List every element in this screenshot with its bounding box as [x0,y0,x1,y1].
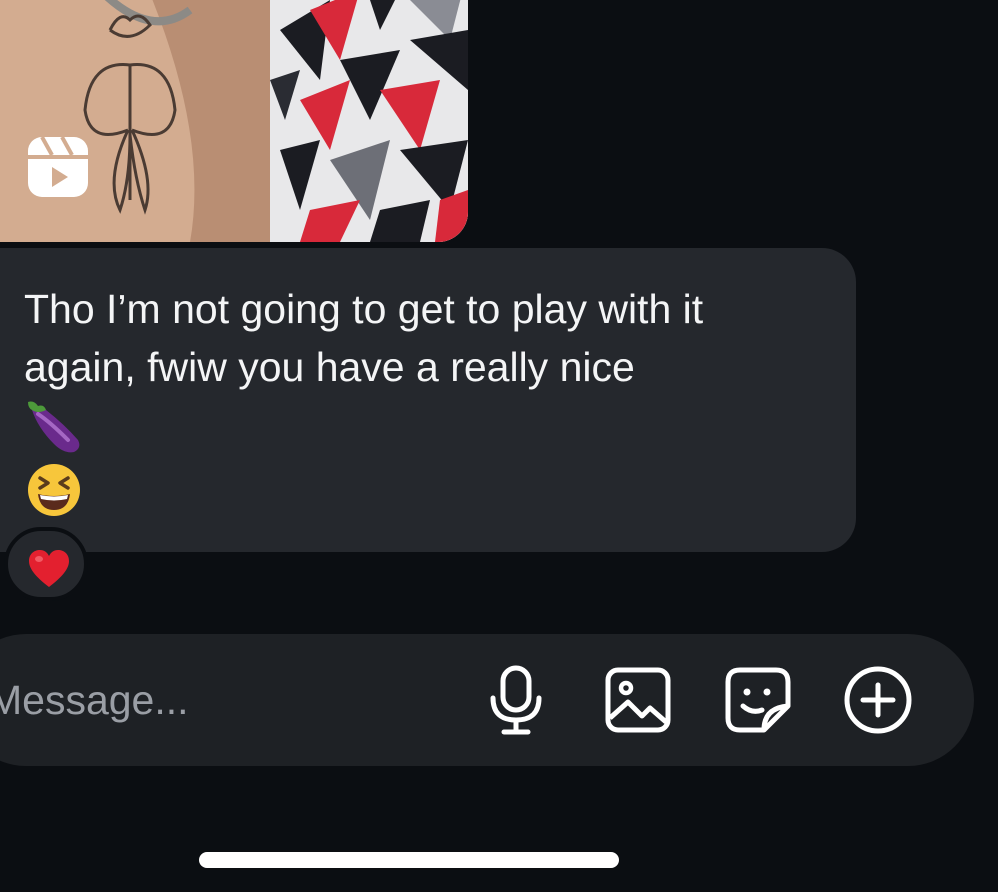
reel-preview-image [0,0,468,242]
reels-icon [28,136,88,197]
red-heart-emoji [29,550,69,587]
message-bubble[interactable]: Tho I’m not going to get to play with it… [0,248,856,552]
sticker-button[interactable] [722,664,794,736]
home-indicator[interactable] [199,852,619,868]
shared-reel-thumbnail[interactable] [0,0,468,242]
gallery-button[interactable] [602,664,674,736]
dm-thread: Tho I’m not going to get to play with it… [0,0,998,892]
eggplant-emoji [24,396,816,458]
add-button[interactable] [842,664,914,736]
message-text: Tho I’m not going to get to play with it… [24,286,715,390]
microphone-icon [490,665,542,735]
microphone-button[interactable] [480,664,552,736]
grinning-squinting-face-emoji [24,458,816,520]
message-composer [0,634,974,766]
gallery-icon [605,667,671,733]
add-icon [844,666,912,734]
sticker-icon [725,667,791,733]
message-reaction[interactable] [4,527,88,601]
message-input[interactable] [0,672,380,728]
